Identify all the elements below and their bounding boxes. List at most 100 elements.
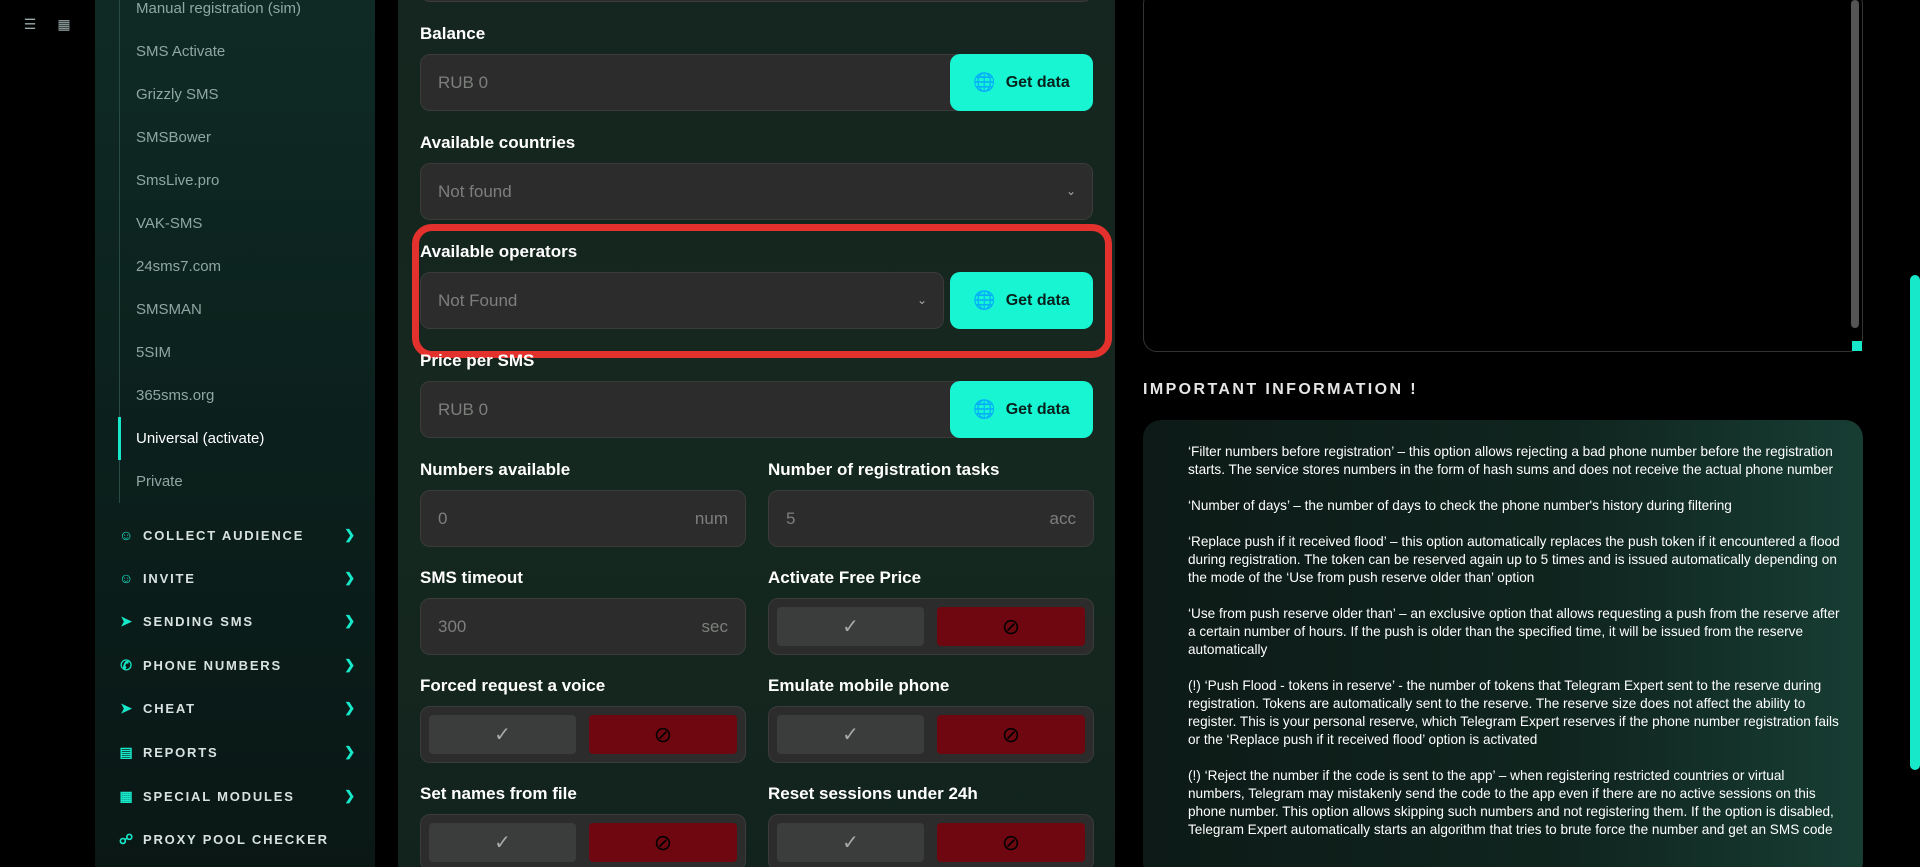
- check-icon[interactable]: ✓: [429, 823, 576, 862]
- user-plus-icon: ☺: [118, 570, 136, 586]
- globe-icon: 🌐: [973, 72, 996, 92]
- highlight-box: [412, 224, 1112, 358]
- timeout-field[interactable]: 300 sec: [420, 598, 746, 655]
- layout-icon[interactable]: ▦: [54, 14, 74, 34]
- sidebar-item-manual-registration[interactable]: Manual registration (sim): [120, 0, 359, 20]
- names-label: Set names from file: [420, 784, 577, 803]
- numbers-unit: num: [694, 509, 728, 528]
- clipped-field[interactable]: [420, 0, 1093, 2]
- section-proxy-pool-checker[interactable]: ☍ PROXY POOL CHECKER: [117, 824, 357, 854]
- check-icon[interactable]: ✓: [429, 715, 576, 754]
- disabled-icon[interactable]: ⊘: [937, 823, 1085, 862]
- sidebar-item-5sim[interactable]: 5SIM: [120, 331, 359, 374]
- sidebar-item-private[interactable]: Private: [120, 460, 359, 503]
- chevron-down-icon: ❯: [344, 613, 357, 628]
- numbers-field[interactable]: 0 num: [420, 490, 746, 547]
- sidebar-item-24sms7[interactable]: 24sms7.com: [120, 245, 359, 288]
- chevron-down-icon: ❯: [344, 744, 357, 759]
- disabled-icon[interactable]: ⊘: [937, 715, 1085, 754]
- sidebar-item-sms-activate[interactable]: SMS Activate: [120, 30, 359, 73]
- table-icon: ▦: [119, 787, 135, 804]
- globe-icon: 🌐: [973, 399, 996, 419]
- tasks-field[interactable]: 5 acc: [768, 490, 1094, 547]
- numbers-label: Numbers available: [420, 460, 571, 479]
- names-toggle: ✓ ⊘: [420, 814, 746, 867]
- voice-toggle: ✓ ⊘: [420, 706, 746, 763]
- price-value: RUB 0: [438, 400, 489, 419]
- send-refresh-icon: ➤: [120, 699, 134, 716]
- sidebar-item-universal-activate[interactable]: Universal (activate): [118, 417, 359, 460]
- section-invite[interactable]: ☺ INVITE ❯: [117, 563, 357, 593]
- sidebar-item-smslive[interactable]: SmsLive.pro: [120, 159, 359, 202]
- chevron-down-icon: ❯: [344, 700, 357, 715]
- sidebar: Manual registration (sim) SMS Activate G…: [95, 0, 375, 867]
- section-label: PHONE NUMBERS: [143, 657, 282, 673]
- info-paragraph: ‘Number of days’ – the number of days to…: [1188, 498, 1732, 513]
- app-window: ☰ ▦ Manual registration (sim) SMS Activa…: [0, 0, 1920, 867]
- timeout-unit: sec: [701, 617, 728, 636]
- disabled-icon[interactable]: ⊘: [589, 823, 737, 862]
- section-phone-numbers[interactable]: ✆ PHONE NUMBERS ❯: [117, 650, 357, 680]
- sidebar-item-vak-sms[interactable]: VAK-SMS: [120, 202, 359, 245]
- section-reports[interactable]: ▤ REPORTS ❯: [117, 737, 357, 767]
- emulate-toggle: ✓ ⊘: [768, 706, 1094, 763]
- sidebar-item-grizzly-sms[interactable]: Grizzly SMS: [120, 73, 359, 116]
- price-label: Price per SMS: [420, 351, 535, 370]
- free-price-toggle: ✓ ⊘: [768, 598, 1094, 655]
- section-special-modules[interactable]: ▦ SPECIAL MODULES ❯: [117, 781, 357, 811]
- page-scrollbar[interactable]: [1910, 275, 1920, 770]
- voice-label: Forced request a voice: [420, 676, 606, 695]
- countries-label: Available countries: [420, 133, 576, 152]
- network-icon: ☍: [119, 830, 135, 847]
- disabled-icon[interactable]: ⊘: [937, 607, 1085, 646]
- send-icon: ➤: [120, 612, 134, 629]
- sidebar-item-smsbower[interactable]: SMSBower: [120, 116, 359, 159]
- sidebar-item-smsman[interactable]: SMSMAN: [120, 288, 359, 331]
- countries-value: Not found: [438, 182, 512, 201]
- balance-label: Balance: [420, 24, 486, 43]
- timeout-label: SMS timeout: [420, 568, 523, 587]
- countries-select[interactable]: Not found ⌄: [420, 163, 1093, 220]
- info-paragraph: ‘Replace push if it received flood’ – th…: [1188, 534, 1840, 585]
- chevron-down-icon: ❯: [344, 657, 357, 672]
- checklist-icon[interactable]: ☰: [20, 14, 40, 34]
- button-label: Get data: [1005, 73, 1070, 91]
- info-paragraph: (!) ‘Push Flood - tokens in reserve’ - t…: [1188, 678, 1839, 747]
- sms-services-subnav: Manual registration (sim) SMS Activate G…: [118, 0, 359, 503]
- info-paragraph: ‘Filter numbers before registration’ – t…: [1188, 444, 1834, 477]
- emulate-label: Emulate mobile phone: [768, 676, 950, 695]
- price-get-data-button[interactable]: 🌐 Get data: [950, 381, 1093, 438]
- tasks-value: 5: [786, 509, 796, 528]
- free-price-label: Activate Free Price: [768, 568, 922, 587]
- section-label: COLLECT AUDIENCE: [143, 527, 305, 543]
- info-paragraph: ‘Use from push reserve older than’ – an …: [1188, 606, 1840, 657]
- sidebar-item-365sms[interactable]: 365sms.org: [120, 374, 359, 417]
- chevron-down-icon: ⌄: [1065, 184, 1076, 198]
- reset-label: Reset sessions under 24h: [768, 784, 978, 803]
- section-label: CHEAT: [143, 700, 196, 716]
- tasks-label: Number of registration tasks: [768, 460, 1000, 479]
- report-icon: ▤: [119, 743, 135, 760]
- resize-handle[interactable]: [1852, 341, 1862, 351]
- reset-toggle: ✓ ⊘: [768, 814, 1094, 867]
- check-icon[interactable]: ✓: [777, 823, 924, 862]
- chevron-down-icon: ❯: [344, 527, 357, 542]
- section-label: SENDING SMS: [143, 613, 254, 629]
- button-label: Get data: [1005, 400, 1070, 418]
- tasks-unit: acc: [1049, 509, 1076, 528]
- important-info-box: ‘Filter numbers before registration’ – t…: [1143, 420, 1863, 867]
- balance-get-data-button[interactable]: 🌐 Get data: [950, 54, 1093, 111]
- phone-icon: ✆: [120, 656, 134, 673]
- section-cheat[interactable]: ➤ CHEAT ❯: [117, 693, 357, 723]
- chevron-down-icon: ❯: [344, 788, 357, 803]
- disabled-icon[interactable]: ⊘: [589, 715, 737, 754]
- log-textarea[interactable]: [1143, 0, 1863, 352]
- check-icon[interactable]: ✓: [777, 607, 924, 646]
- numbers-value: 0: [438, 509, 448, 528]
- section-collect-audience[interactable]: ☺ COLLECT AUDIENCE ❯: [117, 520, 357, 550]
- info-paragraph: (!) ‘Reject the number if the code is se…: [1188, 768, 1834, 837]
- timeout-value: 300: [438, 617, 467, 636]
- section-sending-sms[interactable]: ➤ SENDING SMS ❯: [117, 606, 357, 636]
- textarea-scrollbar[interactable]: [1851, 0, 1859, 328]
- check-icon[interactable]: ✓: [777, 715, 924, 754]
